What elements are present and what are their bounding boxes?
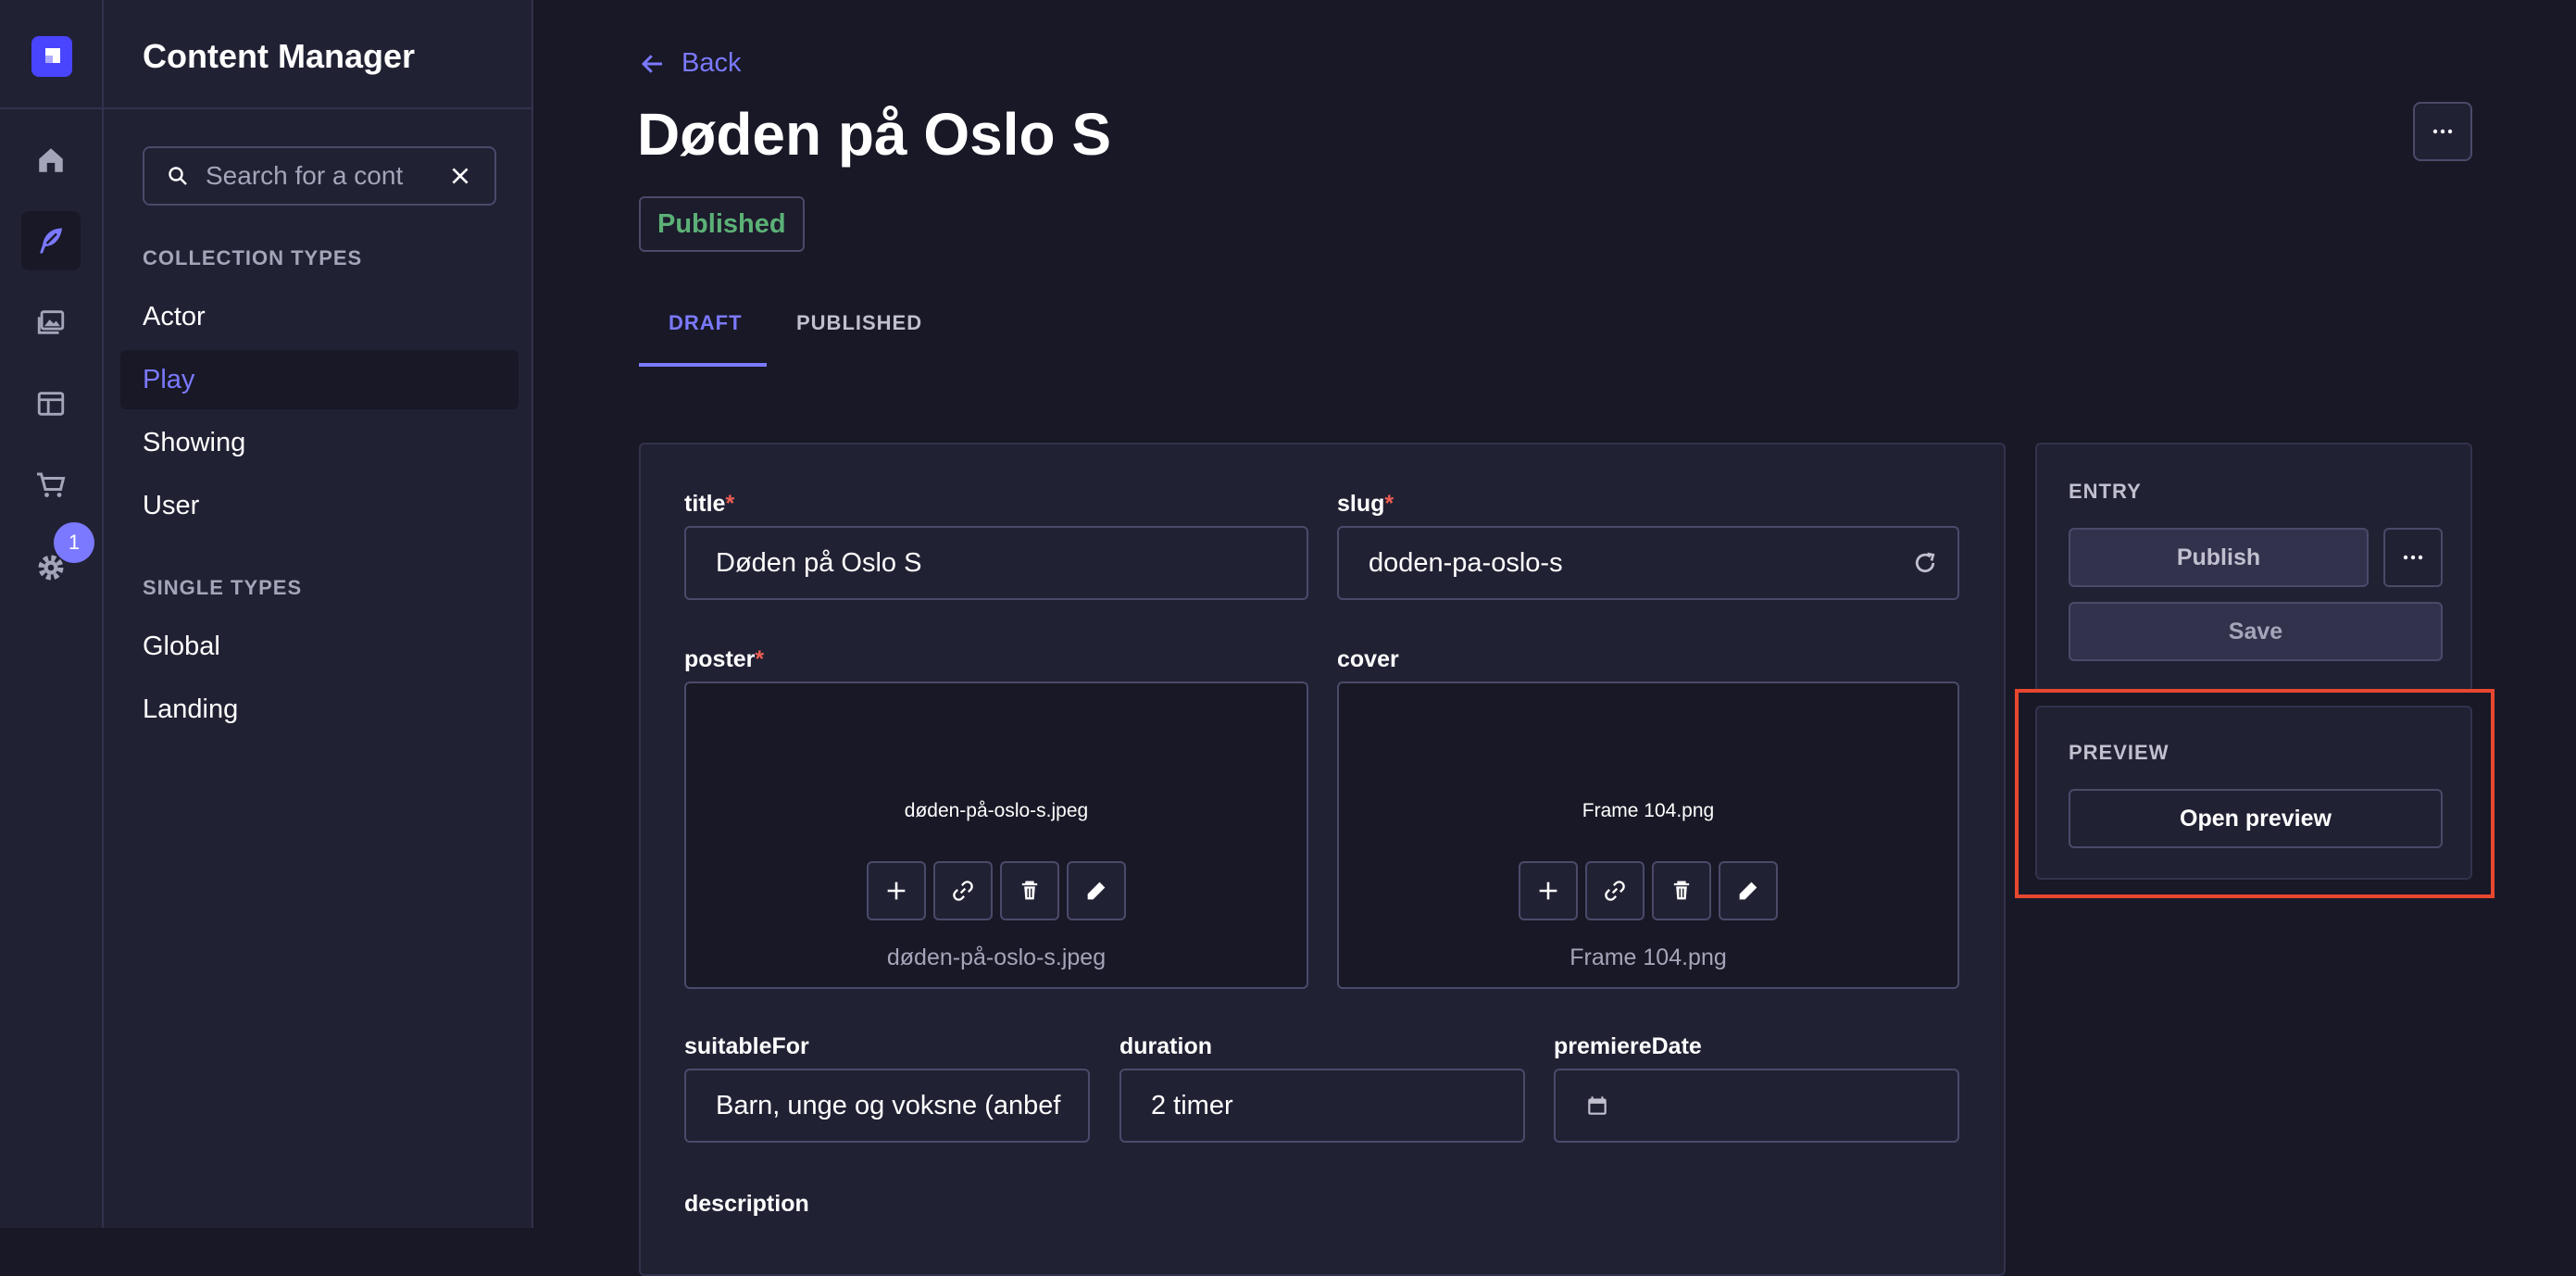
tab-published[interactable]: PUBLISHED	[796, 311, 922, 335]
search-icon	[169, 167, 187, 185]
shopping-cart-icon	[37, 472, 66, 497]
status-badge: Published	[639, 196, 805, 252]
strapi-logo-icon	[45, 48, 60, 63]
content-manager-nav-button[interactable]	[21, 211, 81, 270]
more-horizontal-icon	[2403, 555, 2423, 560]
sidebar-item-user[interactable]: User	[120, 476, 519, 535]
poster-media-input[interactable]: døden-på-oslo-s.jpeg døden-på-oslo-s.jpe	[684, 682, 1308, 989]
publish-button[interactable]: Publish	[2069, 528, 2369, 587]
cover-preview-filename: Frame 104.png	[1582, 800, 1715, 821]
entry-panel-label: ENTRY	[2069, 480, 2142, 503]
entry-panel: ENTRY Publish Save	[2035, 443, 2472, 693]
back-link[interactable]: Back	[639, 48, 741, 79]
cover-add-button[interactable]	[1519, 861, 1578, 920]
collection-types-heading: COLLECTION TYPES	[143, 246, 363, 269]
suitable-for-input[interactable]: Barn, unge og voksne (anbef	[684, 1069, 1090, 1143]
title-input[interactable]: Døden på Oslo S	[684, 526, 1308, 600]
main-nav-rail: 1	[0, 0, 104, 1228]
sidebar-divider	[104, 107, 531, 109]
poster-preview-filename: døden-på-oslo-s.jpeg	[904, 800, 1089, 821]
poster-label-text: poster	[684, 646, 756, 672]
slug-field-label: slug*	[1337, 491, 1394, 518]
images-icon	[37, 310, 65, 334]
active-tab-indicator	[639, 363, 767, 367]
plus-icon	[887, 882, 906, 900]
refresh-icon[interactable]	[1911, 549, 1939, 577]
tab-draft[interactable]: DRAFT	[669, 311, 743, 335]
title-label-text: title	[684, 491, 726, 517]
save-button[interactable]: Save	[2069, 602, 2443, 661]
notification-badge: 1	[54, 522, 94, 563]
pencil-icon	[1087, 882, 1106, 900]
media-library-nav-button[interactable]	[21, 293, 81, 352]
home-icon	[39, 148, 63, 172]
duration-input[interactable]: 2 timer	[1119, 1069, 1525, 1143]
description-field-label: description	[684, 1191, 809, 1217]
single-types-heading: SINGLE TYPES	[143, 576, 303, 599]
title-field-label: title*	[684, 491, 734, 518]
preview-highlight-box	[2015, 689, 2495, 898]
link-icon	[953, 881, 973, 901]
cover-field-label: cover	[1337, 646, 1399, 672]
link-icon	[1605, 881, 1625, 901]
cover-edit-button[interactable]	[1719, 861, 1778, 920]
cover-filename: Frame 104.png	[1569, 944, 1727, 970]
required-marker: *	[725, 491, 735, 517]
cover-copy-link-button[interactable]	[1585, 861, 1644, 920]
suitable-for-field-label: suitableFor	[684, 1033, 809, 1059]
marketplace-nav-button[interactable]	[21, 456, 81, 515]
required-marker: *	[1384, 491, 1394, 517]
poster-media-actions	[686, 861, 1307, 920]
sidebar-item-play[interactable]: Play	[120, 350, 519, 409]
duration-field-label: duration	[1119, 1033, 1212, 1059]
sidebar-item-global[interactable]: Global	[120, 617, 519, 676]
poster-add-button[interactable]	[867, 861, 926, 920]
more-actions-button[interactable]	[2413, 102, 2472, 161]
back-label: Back	[682, 48, 742, 78]
sidebar-item-landing[interactable]: Landing	[120, 680, 519, 739]
app-logo[interactable]	[31, 36, 72, 77]
slug-label-text: slug	[1337, 491, 1385, 517]
slug-input-value[interactable]: doden-pa-oslo-s	[1369, 548, 1911, 579]
sidebar-item-actor[interactable]: Actor	[120, 287, 519, 346]
poster-edit-button[interactable]	[1067, 861, 1126, 920]
sidebar-search-input[interactable]: Search for a cont	[143, 146, 496, 206]
content-manager-sidebar: Content Manager Search for a cont COLLEC…	[104, 0, 533, 1228]
trash-icon	[1021, 881, 1038, 900]
page-title: Døden på Oslo S	[637, 101, 1112, 168]
slug-input[interactable]: doden-pa-oslo-s	[1337, 526, 1959, 600]
cover-media-input[interactable]: Frame 104.png Frame 104.png	[1337, 682, 1959, 989]
premiere-date-input[interactable]	[1554, 1069, 1959, 1143]
more-horizontal-icon	[2432, 129, 2453, 134]
cover-media-actions	[1339, 861, 1957, 920]
trash-icon	[1673, 881, 1690, 900]
plus-icon	[1539, 882, 1557, 900]
required-marker: *	[755, 646, 765, 672]
layout-icon	[37, 392, 65, 416]
sidebar-title: Content Manager	[143, 37, 416, 75]
premiere-date-field-label: premiereDate	[1554, 1033, 1702, 1059]
rail-divider	[0, 107, 104, 109]
search-input-text[interactable]: Search for a cont	[206, 161, 448, 191]
cover-delete-button[interactable]	[1652, 861, 1711, 920]
poster-field-label: poster*	[684, 646, 764, 673]
arrow-left-icon	[641, 54, 662, 73]
calendar-icon	[1588, 1096, 1607, 1115]
close-icon[interactable]	[448, 164, 472, 188]
entry-more-button[interactable]	[2383, 528, 2443, 587]
poster-delete-button[interactable]	[1000, 861, 1059, 920]
sidebar-item-showing[interactable]: Showing	[120, 413, 519, 472]
poster-copy-link-button[interactable]	[933, 861, 993, 920]
home-nav-button[interactable]	[21, 131, 81, 190]
poster-filename: døden-på-oslo-s.jpeg	[886, 944, 1107, 970]
pencil-icon	[1739, 882, 1757, 900]
content-type-builder-nav-button[interactable]	[21, 374, 81, 433]
feather-icon	[40, 228, 62, 254]
